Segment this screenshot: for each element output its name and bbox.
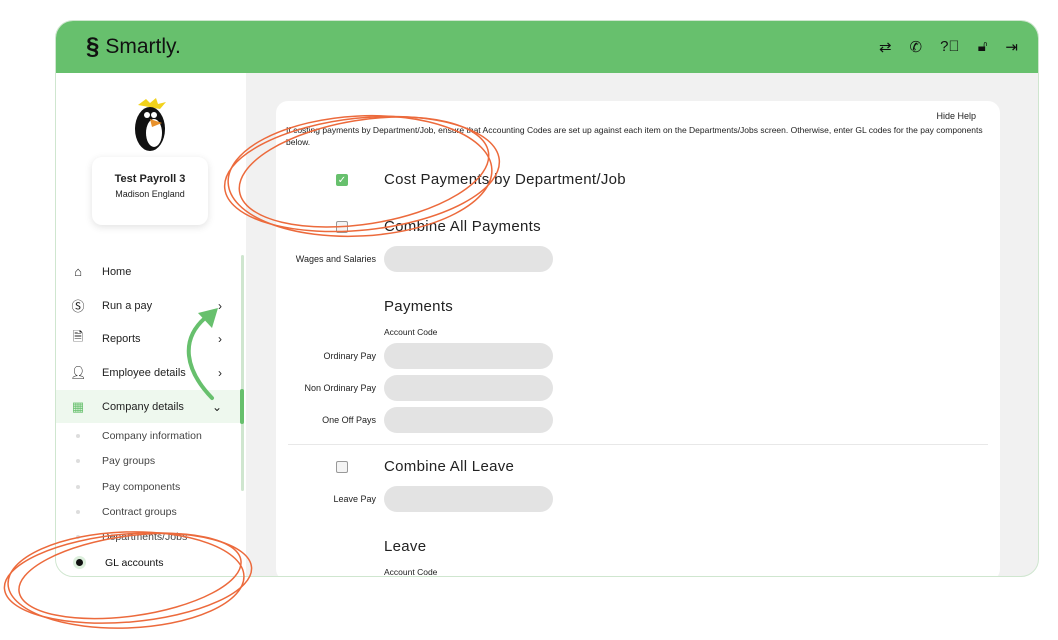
sidebar-item-label: Company details (102, 400, 184, 413)
sidebar-item-employee-details[interactable]: 👤︎ Employee details › (56, 356, 240, 390)
sidebar-item-label: Run a pay (102, 299, 153, 312)
account-code-header: Account Code (384, 327, 438, 337)
penguin-avatar (135, 98, 166, 151)
sidebar-item-run-a-pay[interactable]: Ⓢ Run a pay › (56, 289, 240, 323)
sidebar-nav: ⌂ Home Ⓢ Run a pay › 🗎︎ Reports › 👤︎ Employee … (56, 255, 240, 575)
subitem-label: GL accounts (105, 556, 164, 569)
gl-accounts-panel: Hide Help If costing payments by Departm… (276, 101, 1000, 577)
cost-by-dept-checkbox[interactable]: ✓ (336, 173, 348, 186)
combine-payments-checkbox[interactable] (336, 220, 348, 233)
building-icon: ▦ (71, 398, 85, 414)
leave-title: Leave (384, 538, 427, 555)
combine-leave-checkbox[interactable] (336, 460, 348, 473)
sidebar-scrollbar[interactable] (240, 255, 244, 491)
leave-pay-label: Leave Pay (333, 494, 376, 504)
subitem-departments-jobs[interactable]: Departments/Jobs (56, 525, 240, 550)
sidebar-item-reports[interactable]: 🗎︎ Reports › (56, 322, 240, 356)
chevron-right-icon: › (218, 298, 222, 313)
divider (288, 444, 988, 445)
chevron-right-icon: › (218, 365, 222, 380)
help-text: If costing payments by Department/Job, e… (286, 125, 983, 147)
phone-icon[interactable]: ✆ (910, 38, 923, 56)
chevron-down-icon: ⌄ (211, 399, 222, 414)
sidebar-item-company-details[interactable]: ▦ Company details ⌄ (56, 389, 240, 424)
brand-name: Smartly. (105, 35, 181, 58)
non-ordinary-pay-label: Non Ordinary Pay (304, 383, 376, 393)
bullet-icon (76, 484, 80, 489)
subitem-pay-components[interactable]: Pay components (56, 474, 240, 499)
subitem-company-information[interactable]: Company information (56, 423, 240, 448)
wages-input[interactable] (384, 246, 553, 272)
non-ordinary-pay-input[interactable] (384, 375, 553, 401)
switch-icon[interactable]: ⇄ (879, 38, 892, 56)
combine-leave-label: Combine All Leave (384, 458, 515, 475)
subitem-pay-groups[interactable]: Pay groups (56, 449, 240, 474)
leave-pay-input[interactable] (384, 486, 553, 512)
profile-location: Madison England (115, 189, 185, 199)
lock-icon[interactable]: 🔓︎ (978, 38, 988, 56)
subitem-label: Pay groups (102, 455, 156, 468)
hide-help-link[interactable]: Hide Help (936, 111, 976, 121)
home-icon: ⌂ (74, 264, 82, 280)
bullet-icon (76, 509, 80, 514)
subitem-label: Pay components (102, 480, 181, 493)
bullet-icon (76, 459, 80, 464)
sidebar: Test Payroll 3 Madison England ⌂ Home Ⓢ Ru… (56, 73, 246, 576)
logo[interactable]: § Smartly. (86, 33, 181, 61)
subitem-gl-accounts[interactable]: GL accounts (56, 550, 240, 575)
one-off-pays-label: One Off Pays (322, 415, 376, 425)
combine-payments-label: Combine All Payments (384, 218, 541, 235)
ordinary-pay-input[interactable] (384, 343, 553, 369)
bullet-icon (76, 535, 80, 540)
smartly-logo-icon: § (86, 33, 100, 60)
subitem-label: Departments/Jobs (102, 531, 188, 544)
sidebar-item-label: Home (102, 265, 132, 278)
sidebar-item-home[interactable]: ⌂ Home (56, 255, 240, 289)
chevron-right-icon: › (218, 332, 222, 347)
subitem-label: Company information (102, 430, 202, 443)
one-off-pays-input[interactable] (384, 407, 553, 433)
app-window: § Smartly. ⇄ ✆ ?⃝ 🔓︎ ⇥ Test Payroll 3 Mad… (55, 20, 1039, 577)
profile-card[interactable]: Test Payroll 3 Madison England (92, 157, 208, 225)
person-icon: 👤︎ (70, 364, 87, 380)
subitem-label: Contract groups (102, 505, 177, 518)
profile-name: Test Payroll 3 (114, 173, 186, 185)
bullet-icon (76, 434, 80, 439)
payments-title: Payments (384, 298, 454, 315)
subitem-contract-groups[interactable]: Contract groups (56, 499, 240, 524)
ordinary-pay-label: Ordinary Pay (323, 351, 376, 361)
logout-icon[interactable]: ⇥ (1005, 38, 1018, 56)
header: § Smartly. ⇄ ✆ ?⃝ 🔓︎ ⇥ (56, 21, 1038, 73)
sidebar-item-label: Employee details (102, 366, 186, 379)
wages-label: Wages and Salaries (295, 254, 376, 264)
leave-account-code-header: Account Code (384, 567, 438, 577)
dollar-icon: Ⓢ (71, 299, 85, 315)
sidebar-item-label: Reports (102, 333, 141, 346)
cost-by-dept-label: Cost Payments by Department/Job (384, 171, 626, 188)
bullet-icon (76, 559, 83, 567)
help-icon[interactable]: ?⃝ (940, 38, 960, 56)
document-icon: 🗎︎ (72, 329, 84, 345)
